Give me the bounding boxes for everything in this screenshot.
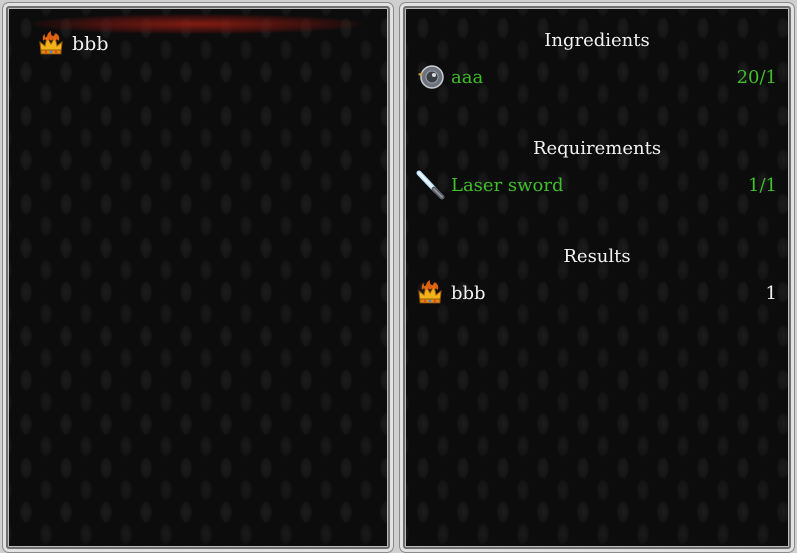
ingredient-quantity: 20/1 <box>736 66 777 88</box>
result-quantity: 1 <box>765 282 777 304</box>
results-heading: Results <box>563 246 631 267</box>
result-name: bbb <box>451 282 486 304</box>
ingredients-heading: Ingredients <box>544 30 650 51</box>
recipe-details-panel: Ingredients aaa 20/1 Requirements Laser … <box>399 2 795 553</box>
recipe-list-panel: bbb <box>2 2 394 553</box>
requirements-heading: Requirements <box>532 138 662 159</box>
requirement-name: Laser sword <box>451 174 564 196</box>
crown-fire-icon <box>415 278 445 308</box>
recipe-list-item[interactable]: bbb <box>36 27 378 61</box>
ingredient-row: aaa 20/1 <box>415 61 777 93</box>
requirement-quantity: 1/1 <box>748 174 777 196</box>
crown-fire-icon <box>36 29 66 59</box>
requirement-row: Laser sword 1/1 <box>415 169 777 201</box>
grey-orb-icon <box>415 62 445 92</box>
recipe-name: bbb <box>72 33 109 55</box>
result-row: bbb 1 <box>415 277 777 309</box>
laser-sword-icon <box>415 170 445 200</box>
ingredient-name: aaa <box>451 66 484 88</box>
